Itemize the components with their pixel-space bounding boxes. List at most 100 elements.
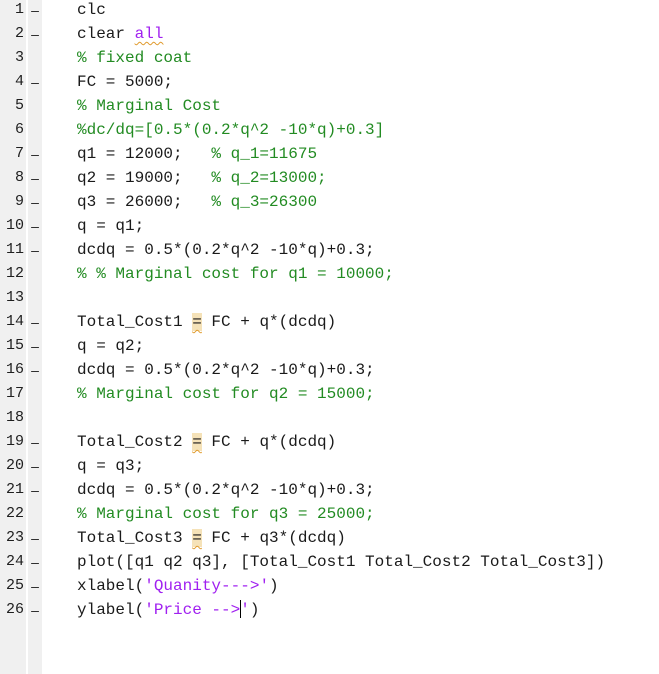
comment-token: % q_1=11675 — [211, 145, 318, 163]
code-text[interactable]: ylabel('Price -->') — [77, 598, 259, 622]
code-text[interactable]: xlabel('Quanity--->') — [77, 574, 279, 598]
code-text[interactable]: Total_Cost1 = FC + q*(dcdq) — [77, 310, 336, 334]
line-number: 4 — [14, 73, 24, 90]
string-token: ' — [240, 601, 250, 619]
code-line[interactable]: 15– q = q2; — [0, 334, 659, 358]
code-text[interactable]: q3 = 26000; % q_3=26300 — [77, 190, 317, 214]
code-line[interactable]: 21– dcdq = 0.5*(0.2*q^2 -10*q)+0.3; — [0, 478, 659, 502]
code-text[interactable]: %dc/dq=[0.5*(0.2*q^2 -10*q)+0.3] — [77, 118, 384, 142]
code-text[interactable]: % Marginal cost for q3 = 25000; — [77, 502, 375, 526]
code-line[interactable]: 22 % Marginal cost for q3 = 25000; — [0, 502, 659, 526]
comment-token: % Marginal cost for q3 = 25000; — [77, 505, 375, 523]
code-token: FC + q*(dcdq) — [201, 313, 337, 331]
executable-line-marker[interactable]: – — [29, 550, 41, 574]
code-editor[interactable]: 1– clc 2– clear all 3% fixed coat 4– FC = 5000… — [0, 0, 659, 674]
code-line[interactable]: 25– xlabel('Quanity--->') — [0, 574, 659, 598]
code-text[interactable]: % fixed coat — [77, 46, 192, 70]
executable-line-marker[interactable]: – — [29, 454, 41, 478]
code-token: Total_Cost1 — [77, 313, 193, 331]
code-text[interactable]: Total_Cost2 = FC + q*(dcdq) — [77, 430, 336, 454]
executable-line-marker[interactable]: – — [29, 574, 41, 598]
code-lines[interactable]: 1– clc 2– clear all 3% fixed coat 4– FC = 5000… — [0, 0, 659, 622]
code-line[interactable]: 12 % % Marginal cost for q1 = 10000; — [0, 262, 659, 286]
warning-highlight[interactable]: = — [192, 313, 202, 331]
code-text[interactable]: q = q2; — [77, 334, 144, 358]
code-text[interactable]: q = q1; — [77, 214, 144, 238]
code-line[interactable]: 1– clc — [0, 0, 659, 22]
line-number: 21 — [5, 481, 24, 498]
executable-line-marker[interactable]: – — [29, 238, 41, 262]
warning-highlight[interactable]: = — [192, 433, 202, 451]
code-line[interactable]: 6 %dc/dq=[0.5*(0.2*q^2 -10*q)+0.3] — [0, 118, 659, 142]
code-text[interactable]: q2 = 19000; % q_2=13000; — [77, 166, 327, 190]
comment-token: % q_3=26300 — [211, 193, 318, 211]
keyword-argument-token: all — [134, 25, 164, 43]
executable-line-marker[interactable]: – — [29, 478, 41, 502]
executable-line-marker[interactable]: – — [29, 166, 41, 190]
executable-line-marker[interactable]: – — [29, 142, 41, 166]
code-token: q3 = 26000; — [77, 193, 212, 211]
code-text[interactable]: FC = 5000; — [77, 70, 173, 94]
code-token: dcdq = 0.5*(0.2*q^2 -10*q)+0.3; — [77, 361, 375, 379]
code-text[interactable]: clc — [77, 0, 106, 22]
executable-line-marker[interactable]: – — [29, 526, 41, 550]
comment-token: % Marginal cost for q2 = 15000; — [77, 385, 375, 403]
line-number: 16 — [5, 361, 24, 378]
code-line[interactable]: 19– Total_Cost2 = FC + q*(dcdq) — [0, 430, 659, 454]
line-number: 14 — [5, 313, 24, 330]
code-line[interactable]: 18 — [0, 406, 659, 430]
code-text[interactable]: Total_Cost3 = FC + q3*(dcdq) — [77, 526, 346, 550]
code-text[interactable]: dcdq = 0.5*(0.2*q^2 -10*q)+0.3; — [77, 238, 375, 262]
line-number: 5 — [14, 97, 24, 114]
code-text[interactable]: q = q3; — [77, 454, 144, 478]
code-line[interactable]: 10– q = q1; — [0, 214, 659, 238]
code-text[interactable]: q1 = 12000; % q_1=11675 — [77, 142, 317, 166]
executable-line-marker[interactable]: – — [29, 0, 41, 22]
warning-highlight[interactable]: = — [192, 529, 202, 547]
line-number: 19 — [5, 433, 24, 450]
code-line[interactable]: 16– dcdq = 0.5*(0.2*q^2 -10*q)+0.3; — [0, 358, 659, 382]
code-text[interactable]: dcdq = 0.5*(0.2*q^2 -10*q)+0.3; — [77, 358, 375, 382]
executable-line-marker[interactable]: – — [29, 214, 41, 238]
line-number: 1 — [14, 1, 24, 18]
code-line[interactable]: 3 % fixed coat — [0, 46, 659, 70]
code-text[interactable]: dcdq = 0.5*(0.2*q^2 -10*q)+0.3; — [77, 478, 375, 502]
comment-token: % q_2=13000; — [211, 169, 327, 187]
code-text[interactable]: % % Marginal cost for q1 = 10000; — [77, 262, 394, 286]
line-number: 18 — [5, 409, 24, 426]
executable-line-marker[interactable]: – — [29, 70, 41, 94]
executable-line-marker[interactable]: – — [29, 358, 41, 382]
code-line[interactable]: 13 — [0, 286, 659, 310]
code-line[interactable]: 20– q = q3; — [0, 454, 659, 478]
executable-line-marker[interactable]: – — [29, 190, 41, 214]
code-token: FC + q*(dcdq) — [201, 433, 337, 451]
code-text[interactable]: % Marginal Cost — [77, 94, 221, 118]
executable-line-marker[interactable]: – — [29, 334, 41, 358]
code-token: q1 = 12000; — [77, 145, 212, 163]
code-line[interactable]: 11– dcdq = 0.5*(0.2*q^2 -10*q)+0.3; — [0, 238, 659, 262]
code-line[interactable]: 8– q2 = 19000; % q_2=13000; — [0, 166, 659, 190]
code-line[interactable]: 17 % Marginal cost for q2 = 15000; — [0, 382, 659, 406]
code-token: ylabel( — [77, 601, 145, 619]
code-text[interactable]: clear all — [77, 22, 163, 46]
code-line[interactable]: 14– Total_Cost1 = FC + q*(dcdq) — [0, 310, 659, 334]
code-line[interactable]: 7– q1 = 12000; % q_1=11675 — [0, 142, 659, 166]
executable-line-marker[interactable]: – — [29, 22, 41, 46]
code-line[interactable]: 24– plot([q1 q2 q3], [Total_Cost1 Total_C… — [0, 550, 659, 574]
code-line[interactable]: 5 % Marginal Cost — [0, 94, 659, 118]
code-line[interactable]: 26– ylabel('Price -->') — [0, 598, 659, 622]
executable-line-marker[interactable]: – — [29, 430, 41, 454]
executable-line-marker[interactable]: – — [29, 310, 41, 334]
code-line[interactable]: 2– clear all — [0, 22, 659, 46]
code-text[interactable]: % Marginal cost for q2 = 15000; — [77, 382, 375, 406]
executable-line-marker[interactable]: – — [29, 598, 41, 622]
code-text[interactable]: plot([q1 q2 q3], [Total_Cost1 Total_Cost… — [77, 550, 605, 574]
code-line[interactable]: 23– Total_Cost3 = FC + q3*(dcdq) — [0, 526, 659, 550]
code-line[interactable]: 4– FC = 5000; — [0, 70, 659, 94]
line-number: 22 — [5, 505, 24, 522]
comment-token: % % Marginal cost for q1 = 10000; — [77, 265, 394, 283]
code-line[interactable]: 9– q3 = 26000; % q_3=26300 — [0, 190, 659, 214]
comment-token: % fixed coat — [77, 49, 193, 67]
line-number: 17 — [5, 385, 24, 402]
line-number: 15 — [5, 337, 24, 354]
